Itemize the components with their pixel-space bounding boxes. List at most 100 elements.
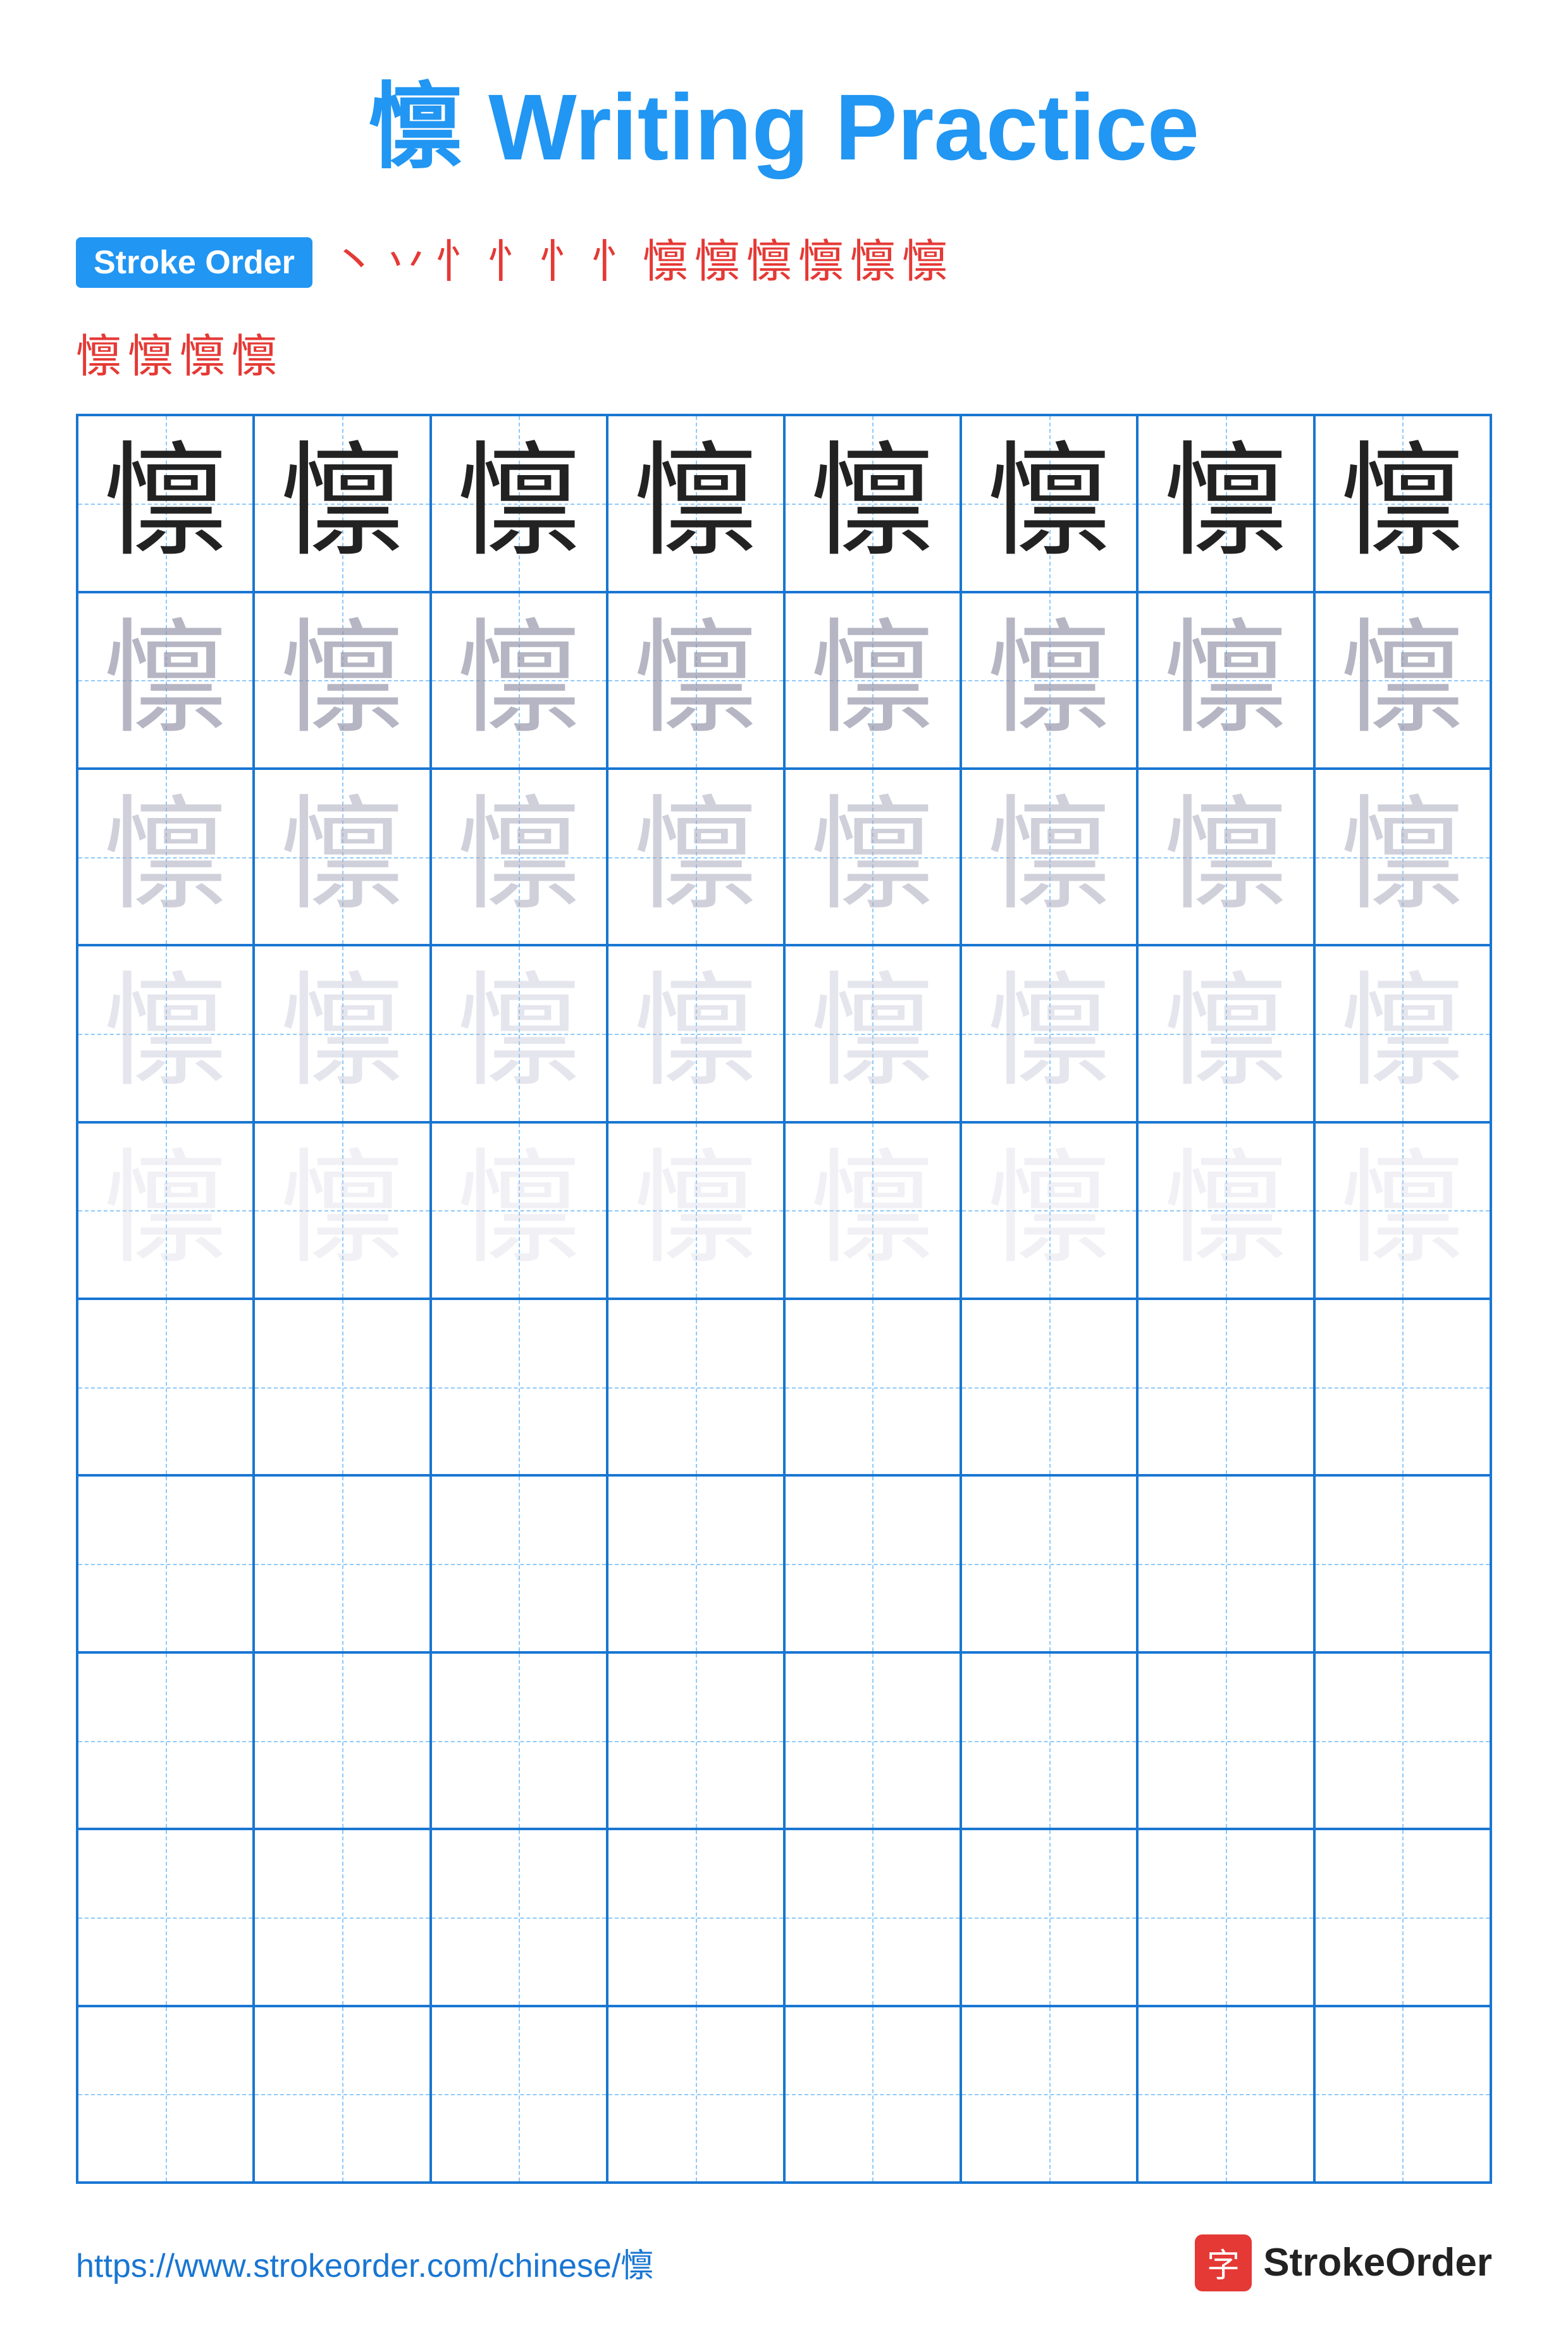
practice-char: 懔: [264, 955, 421, 1112]
grid-cell-5-6[interactable]: 懔: [961, 1122, 1137, 1299]
grid-cell-5-3[interactable]: 懔: [431, 1122, 607, 1299]
grid-cell-3-3[interactable]: 懔: [431, 769, 607, 945]
stroke-char-4: 忄: [487, 237, 533, 287]
grid-cell-5-1[interactable]: 懔: [77, 1122, 254, 1299]
grid-cell-1-7[interactable]: 懔: [1137, 415, 1314, 592]
grid-cell-9-4[interactable]: [607, 1829, 784, 2005]
grid-cell-8-6[interactable]: [961, 1652, 1137, 1829]
grid-cell-3-4[interactable]: 懔: [607, 769, 784, 945]
grid-cell-7-6[interactable]: [961, 1475, 1137, 1652]
grid-cell-2-4[interactable]: 懔: [607, 592, 784, 769]
grid-cell-9-3[interactable]: [431, 1829, 607, 2005]
grid-cell-10-1[interactable]: [77, 2006, 254, 2183]
grid-cell-10-5[interactable]: [784, 2006, 961, 2183]
grid-cell-2-1[interactable]: 懔: [77, 592, 254, 769]
grid-cell-4-5[interactable]: 懔: [784, 945, 961, 1122]
grid-cell-9-6[interactable]: [961, 1829, 1137, 2005]
grid-cell-6-1[interactable]: [77, 1299, 254, 1475]
grid-cell-1-6[interactable]: 懔: [961, 415, 1137, 592]
grid-cell-6-5[interactable]: [784, 1299, 961, 1475]
practice-char: 懔: [1147, 425, 1304, 582]
grid-cell-2-7[interactable]: 懔: [1137, 592, 1314, 769]
practice-char: 懔: [87, 1132, 244, 1289]
grid-cell-8-3[interactable]: [431, 1652, 607, 1829]
grid-cell-7-3[interactable]: [431, 1475, 607, 1652]
grid-cell-6-8[interactable]: [1314, 1299, 1491, 1475]
grid-cell-4-6[interactable]: 懔: [961, 945, 1137, 1122]
grid-cell-10-4[interactable]: [607, 2006, 784, 2183]
grid-cell-7-4[interactable]: [607, 1475, 784, 1652]
grid-cell-10-7[interactable]: [1137, 2006, 1314, 2183]
grid-cell-1-8[interactable]: 懔: [1314, 415, 1491, 592]
grid-cell-3-8[interactable]: 懔: [1314, 769, 1491, 945]
grid-cell-10-6[interactable]: [961, 2006, 1137, 2183]
grid-cell-1-2[interactable]: 懔: [254, 415, 430, 592]
grid-cell-9-7[interactable]: [1137, 1829, 1314, 2005]
grid-cell-1-1[interactable]: 懔: [77, 415, 254, 592]
grid-cell-1-5[interactable]: 懔: [784, 415, 961, 592]
grid-cell-6-2[interactable]: [254, 1299, 430, 1475]
grid-cell-6-4[interactable]: [607, 1299, 784, 1475]
grid-cell-10-8[interactable]: [1314, 2006, 1491, 2183]
grid-cell-5-8[interactable]: 懔: [1314, 1122, 1491, 1299]
grid-cell-4-7[interactable]: 懔: [1137, 945, 1314, 1122]
practice-char: 懔: [971, 425, 1128, 582]
grid-cell-2-6[interactable]: 懔: [961, 592, 1137, 769]
grid-cell-8-4[interactable]: [607, 1652, 784, 1829]
stroke-order-chars-line1: 丶 丷 忄 忄 忄 忄 懔 懔 懔 懔 懔 懔: [331, 237, 1492, 287]
grid-cell-1-3[interactable]: 懔: [431, 415, 607, 592]
grid-cell-6-7[interactable]: [1137, 1299, 1314, 1475]
grid-cell-3-6[interactable]: 懔: [961, 769, 1137, 945]
grid-cell-8-8[interactable]: [1314, 1652, 1491, 1829]
grid-cell-2-2[interactable]: 懔: [254, 592, 430, 769]
logo-char: 字: [1207, 2239, 1240, 2286]
grid-cell-4-8[interactable]: 懔: [1314, 945, 1491, 1122]
grid-cell-1-4[interactable]: 懔: [607, 415, 784, 592]
grid-cell-4-2[interactable]: 懔: [254, 945, 430, 1122]
grid-cell-5-5[interactable]: 懔: [784, 1122, 961, 1299]
grid-cell-9-8[interactable]: [1314, 1829, 1491, 2005]
footer-url[interactable]: https://www.strokeorder.com/chinese/懔: [76, 2239, 653, 2286]
grid-cell-5-4[interactable]: 懔: [607, 1122, 784, 1299]
grid-cell-5-7[interactable]: 懔: [1137, 1122, 1314, 1299]
grid-cell-2-5[interactable]: 懔: [784, 592, 961, 769]
grid-cell-4-1[interactable]: 懔: [77, 945, 254, 1122]
grid-cell-4-3[interactable]: 懔: [431, 945, 607, 1122]
grid-cell-9-1[interactable]: [77, 1829, 254, 2005]
grid-cell-8-5[interactable]: [784, 1652, 961, 1829]
grid-cell-4-4[interactable]: 懔: [607, 945, 784, 1122]
grid-cell-8-1[interactable]: [77, 1652, 254, 1829]
page: 懔 Writing Practice Stroke Order 丶 丷 忄 忄 …: [0, 0, 1568, 2342]
grid-cell-7-1[interactable]: [77, 1475, 254, 1652]
grid-cell-8-7[interactable]: [1137, 1652, 1314, 1829]
grid-cell-8-2[interactable]: [254, 1652, 430, 1829]
practice-char: 懔: [1147, 955, 1304, 1112]
stroke-char-10: 懔: [798, 237, 844, 287]
grid-cell-9-2[interactable]: [254, 1829, 430, 2005]
grid-row-1: 懔 懔 懔 懔 懔 懔 懔 懔: [77, 415, 1491, 592]
grid-cell-3-7[interactable]: 懔: [1137, 769, 1314, 945]
grid-cell-3-5[interactable]: 懔: [784, 769, 961, 945]
grid-cell-3-1[interactable]: 懔: [77, 769, 254, 945]
practice-char: 懔: [264, 425, 421, 582]
grid-cell-10-2[interactable]: [254, 2006, 430, 2183]
grid-cell-9-5[interactable]: [784, 1829, 961, 2005]
stroke-char-1: 丶: [331, 237, 377, 287]
grid-cell-7-8[interactable]: [1314, 1475, 1491, 1652]
grid-cell-10-3[interactable]: [431, 2006, 607, 2183]
practice-char: 懔: [971, 1132, 1128, 1289]
grid-cell-2-3[interactable]: 懔: [431, 592, 607, 769]
grid-cell-6-6[interactable]: [961, 1299, 1137, 1475]
grid-cell-3-2[interactable]: 懔: [254, 769, 430, 945]
grid-cell-7-7[interactable]: [1137, 1475, 1314, 1652]
grid-cell-2-8[interactable]: 懔: [1314, 592, 1491, 769]
grid-cell-6-3[interactable]: [431, 1299, 607, 1475]
grid-cell-5-2[interactable]: 懔: [254, 1122, 430, 1299]
grid-row-6: [77, 1299, 1491, 1475]
practice-char: 懔: [87, 779, 244, 936]
grid-row-10: [77, 2006, 1491, 2183]
practice-char: 懔: [87, 602, 244, 759]
grid-cell-7-2[interactable]: [254, 1475, 430, 1652]
grid-cell-7-5[interactable]: [784, 1475, 961, 1652]
stroke-char-12: 懔: [902, 237, 948, 287]
